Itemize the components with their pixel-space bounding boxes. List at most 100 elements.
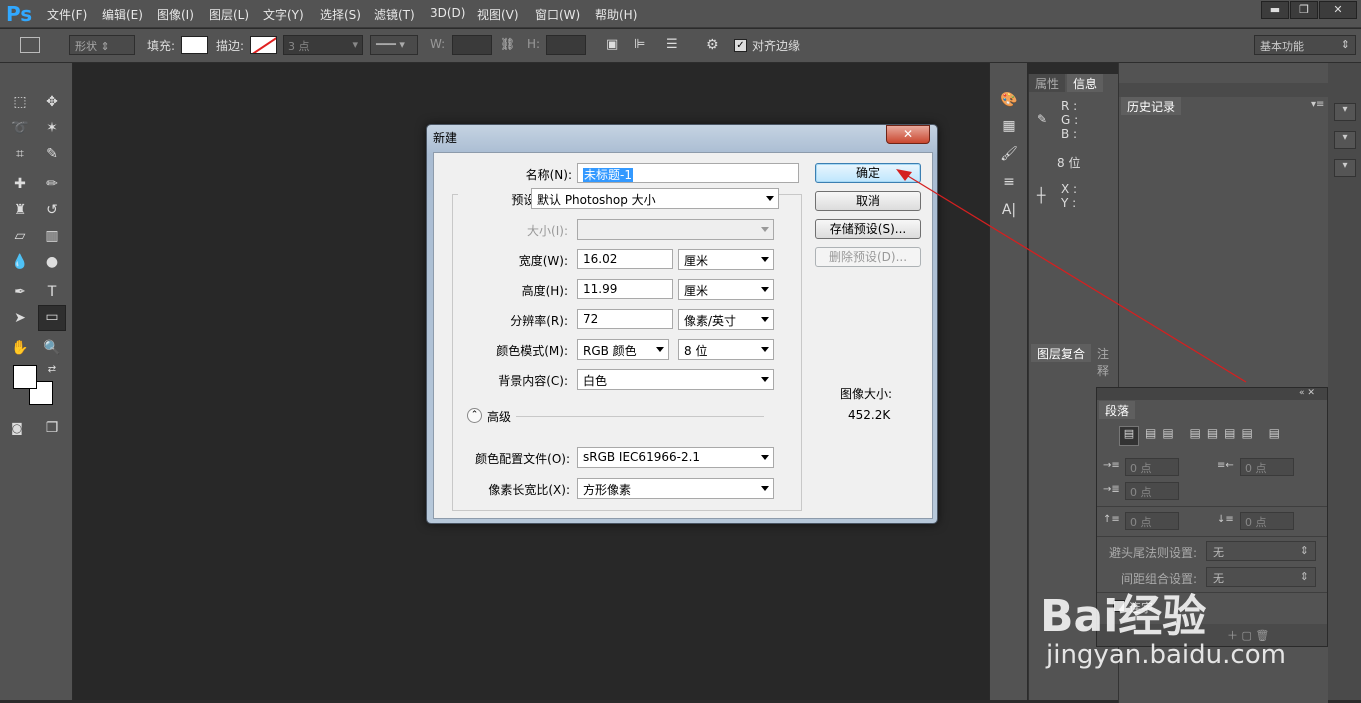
rectangle-tool-preset-icon[interactable] [20, 37, 40, 53]
width-input[interactable]: 16.02 [577, 249, 673, 269]
align-edges-checkbox[interactable]: ✓ [734, 39, 747, 52]
menu-filter[interactable]: 滤镜(T) [374, 6, 415, 23]
tab-info[interactable]: 信息 [1067, 74, 1104, 92]
resolution-input[interactable]: 72 [577, 309, 673, 329]
tab-properties[interactable]: 属性 [1029, 74, 1066, 92]
ok-button[interactable]: 确定 [815, 163, 921, 183]
height-input[interactable] [546, 35, 586, 55]
zoom-tool-icon[interactable]: 🔍 [40, 337, 64, 359]
dodge-tool-icon[interactable]: ● [40, 251, 64, 273]
swatches-palette-icon[interactable]: 🎨 [997, 89, 1021, 111]
preset-select[interactable]: 默认 Photoshop 大小 [531, 188, 779, 209]
magic-wand-tool-icon[interactable]: ✶ [40, 117, 64, 139]
align-left-icon[interactable]: ▤ [1119, 426, 1139, 446]
stroke-width-input[interactable]: 3 点 ▾ [283, 35, 363, 55]
width-unit-select[interactable]: 厘米 [678, 249, 774, 270]
mojikumi-select[interactable]: 无 ⇕ [1206, 567, 1316, 587]
menu-file[interactable]: 文件(F) [47, 6, 87, 23]
link-icon[interactable]: ⛓ [500, 37, 515, 51]
character-panel-icon[interactable]: A| [997, 199, 1021, 221]
shape-mode-select[interactable]: 形状 ⇕ [69, 35, 135, 55]
cancel-button[interactable]: 取消 [815, 191, 921, 211]
clone-stamp-tool-icon[interactable]: ♜ [8, 199, 32, 221]
background-select[interactable]: 白色 [577, 369, 774, 390]
blur-tool-icon[interactable]: 💧 [8, 251, 32, 273]
space-before-input[interactable]: 0 点 [1125, 512, 1179, 530]
space-after-input[interactable]: 0 点 [1240, 512, 1294, 530]
tab-notes[interactable]: 注释 [1091, 344, 1119, 378]
baidu-watermark-url: jingyan.baidu.com [1046, 640, 1286, 670]
close-icon[interactable]: « ✕ [1299, 388, 1315, 398]
dialog-close-button[interactable]: ✕ [886, 125, 930, 144]
swap-colors-icon[interactable]: ⇄ [40, 359, 64, 381]
adjustments-icon[interactable]: ≡ [997, 171, 1021, 193]
move-tool-icon[interactable]: ✥ [40, 91, 64, 113]
healing-brush-tool-icon[interactable]: ✚ [8, 173, 32, 195]
size-select[interactable] [577, 219, 774, 240]
menu-window[interactable]: 窗口(W) [535, 6, 580, 23]
dialog-body: 名称(N): 未标题-1 预设(P): 默认 Photoshop 大小 大小(I… [433, 152, 933, 519]
rectangle-tool-icon[interactable]: ▭ [38, 305, 66, 331]
hand-tool-icon[interactable]: ✋ [8, 337, 32, 359]
stroke-type-select[interactable]: ━━━ ▾ [370, 35, 418, 55]
brush-tool-icon[interactable]: ✏ [40, 173, 64, 195]
brush-presets-icon[interactable]: 🖌 [997, 143, 1021, 165]
menu-layer[interactable]: 图层(L) [209, 6, 249, 23]
menu-help[interactable]: 帮助(H) [595, 6, 637, 23]
menu-select[interactable]: 选择(S) [320, 6, 361, 23]
menu-edit[interactable]: 编辑(E) [102, 6, 143, 23]
color-mode-select[interactable]: RGB 颜色 [577, 339, 669, 360]
indent-right-input[interactable]: 0 点 [1240, 458, 1294, 476]
menu-image[interactable]: 图像(I) [157, 6, 194, 23]
kinsoku-select[interactable]: 无 ⇕ [1206, 541, 1316, 561]
tab-layer-comps[interactable]: 图层复合 [1031, 344, 1092, 362]
collapsed-panel-button[interactable]: ▾ [1334, 159, 1356, 177]
tab-history[interactable]: 历史记录 [1121, 97, 1182, 115]
height-unit-select[interactable]: 厘米 [678, 279, 774, 300]
collapsed-panel-button[interactable]: ▾ [1334, 131, 1356, 149]
eyedropper-tool-icon[interactable]: ✎ [40, 143, 64, 165]
lasso-tool-icon[interactable]: ➰ [8, 117, 32, 139]
marquee-tool-icon[interactable]: ⬚ [8, 91, 32, 113]
indent-left-input[interactable]: 0 点 [1125, 458, 1179, 476]
crop-tool-icon[interactable]: ⌗ [8, 143, 32, 165]
workspace-select[interactable]: 基本功能 ⇕ [1254, 35, 1356, 55]
tab-paragraph[interactable]: 段落 [1099, 401, 1136, 419]
pixel-aspect-select[interactable]: 方形像素 [577, 478, 774, 499]
eraser-tool-icon[interactable]: ▱ [8, 225, 32, 247]
grid-panel-icon[interactable]: ▦ [997, 115, 1021, 137]
path-alignment-icon[interactable]: ⊫ [634, 37, 645, 52]
menu-type[interactable]: 文字(Y) [263, 6, 304, 23]
collapse-advanced-icon[interactable]: ⌃ [467, 408, 482, 423]
alignment-buttons-icon[interactable]: ▤▤ ▤▤▤▤ ▤ [1145, 426, 1286, 440]
close-window-button[interactable]: ✕ [1319, 1, 1357, 19]
menu-3d[interactable]: 3D(D) [430, 6, 465, 20]
quick-mask-icon[interactable]: ◙ [5, 417, 29, 439]
indent-first-line-input[interactable]: 0 点 [1125, 482, 1179, 500]
history-brush-tool-icon[interactable]: ↺ [40, 199, 64, 221]
stroke-swatch[interactable] [250, 36, 277, 54]
fill-swatch[interactable] [181, 36, 208, 54]
bit-depth-select[interactable]: 8 位 [678, 339, 774, 360]
gradient-tool-icon[interactable]: ▥ [40, 225, 64, 247]
height-input[interactable]: 11.99 [577, 279, 673, 299]
screen-mode-icon[interactable]: ❐ [40, 417, 64, 439]
pen-tool-icon[interactable]: ✒ [8, 281, 32, 303]
gear-icon[interactable]: ⚙ [706, 37, 719, 53]
path-operations-icon[interactable]: ▣ [606, 37, 618, 52]
path-selection-tool-icon[interactable]: ➤ [8, 307, 32, 329]
width-input[interactable] [452, 35, 492, 55]
panel-menu-icon[interactable]: ▾≡ [1311, 99, 1324, 110]
menu-view[interactable]: 视图(V) [477, 6, 519, 23]
color-profile-select[interactable]: sRGB IEC61966-2.1 [577, 447, 774, 468]
resolution-unit-select[interactable]: 像素/英寸 [678, 309, 774, 330]
save-preset-button[interactable]: 存储预设(S)... [815, 219, 921, 239]
minimize-button[interactable]: ▬ [1261, 1, 1289, 19]
type-tool-icon[interactable]: T [40, 281, 64, 303]
collapsed-panel-button[interactable]: ▾ [1334, 103, 1356, 121]
delete-preset-button[interactable]: 删除预设(D)... [815, 247, 921, 267]
foreground-color-swatch[interactable] [13, 365, 37, 389]
path-arrangement-icon[interactable]: ☰ [666, 37, 678, 52]
name-input[interactable]: 未标题-1 [577, 163, 799, 183]
restore-button[interactable]: ❐ [1290, 1, 1318, 19]
